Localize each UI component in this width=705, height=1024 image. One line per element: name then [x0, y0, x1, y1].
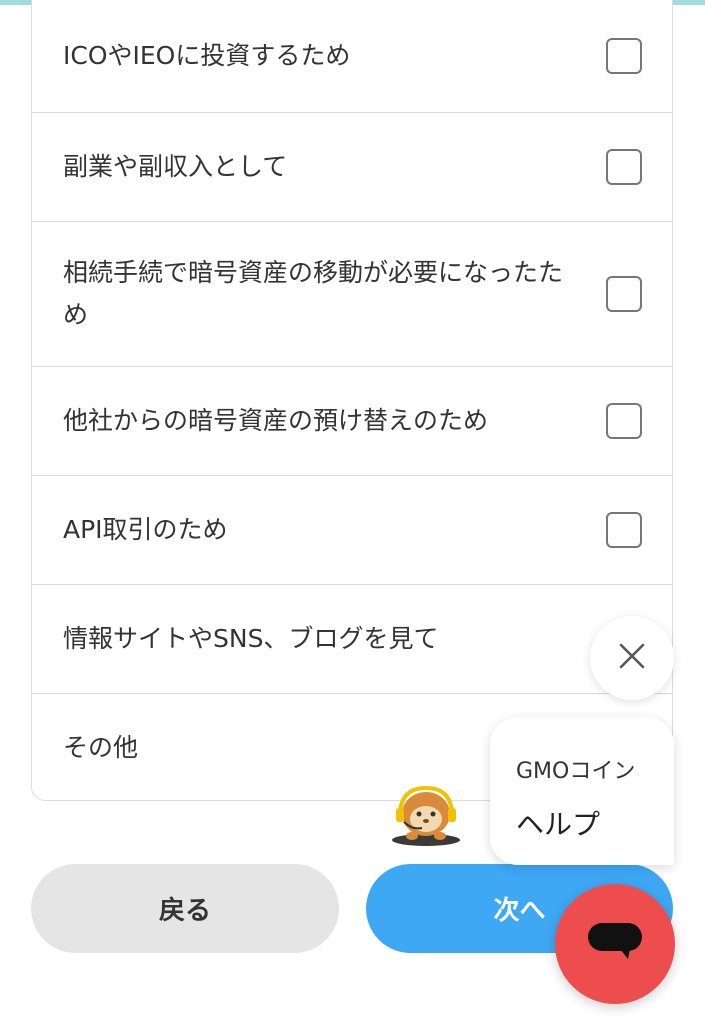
option-row[interactable]: 他社からの暗号資産の預け替えのため: [32, 367, 672, 476]
option-checkbox[interactable]: [606, 403, 642, 439]
option-row[interactable]: API取引のため: [32, 476, 672, 585]
mascot-icon: [388, 784, 464, 846]
option-label: 副業や副収入として: [63, 152, 288, 181]
option-checkbox[interactable]: [606, 38, 642, 74]
chat-launcher-button[interactable]: [555, 884, 675, 1004]
option-label: 他社からの暗号資産の預け替えのため: [63, 406, 489, 435]
option-row[interactable]: ICOやIEOに投資するため: [32, 0, 672, 113]
option-checkbox[interactable]: [606, 276, 642, 312]
option-label: 相続手続で暗号資産の移動が必要になったため: [63, 258, 564, 329]
close-chat-button[interactable]: [590, 616, 674, 700]
option-row[interactable]: 副業や副収入として: [32, 113, 672, 222]
option-checkbox[interactable]: [606, 149, 642, 185]
options-list: ICOやIEOに投資するため 副業や副収入として 相続手続で暗号資産の移動が必要…: [31, 0, 673, 801]
option-row[interactable]: 相続手続で暗号資産の移動が必要になったため: [32, 222, 672, 367]
option-label: 情報サイトやSNS、ブログを見て: [63, 624, 439, 653]
chat-bubble-icon: [586, 919, 644, 969]
back-button[interactable]: 戻る: [31, 864, 339, 953]
help-title: ヘルプ: [516, 808, 601, 841]
option-label: ICOやIEOに投資するため: [63, 41, 351, 70]
help-popup[interactable]: GMOコイン ヘルプ: [490, 717, 674, 865]
option-checkbox[interactable]: [606, 512, 642, 548]
close-icon: [618, 642, 646, 674]
help-brand-name: GMOコイン: [516, 759, 636, 784]
option-row[interactable]: 情報サイトやSNS、ブログを見て: [32, 585, 672, 694]
option-label: API取引のため: [63, 515, 228, 544]
